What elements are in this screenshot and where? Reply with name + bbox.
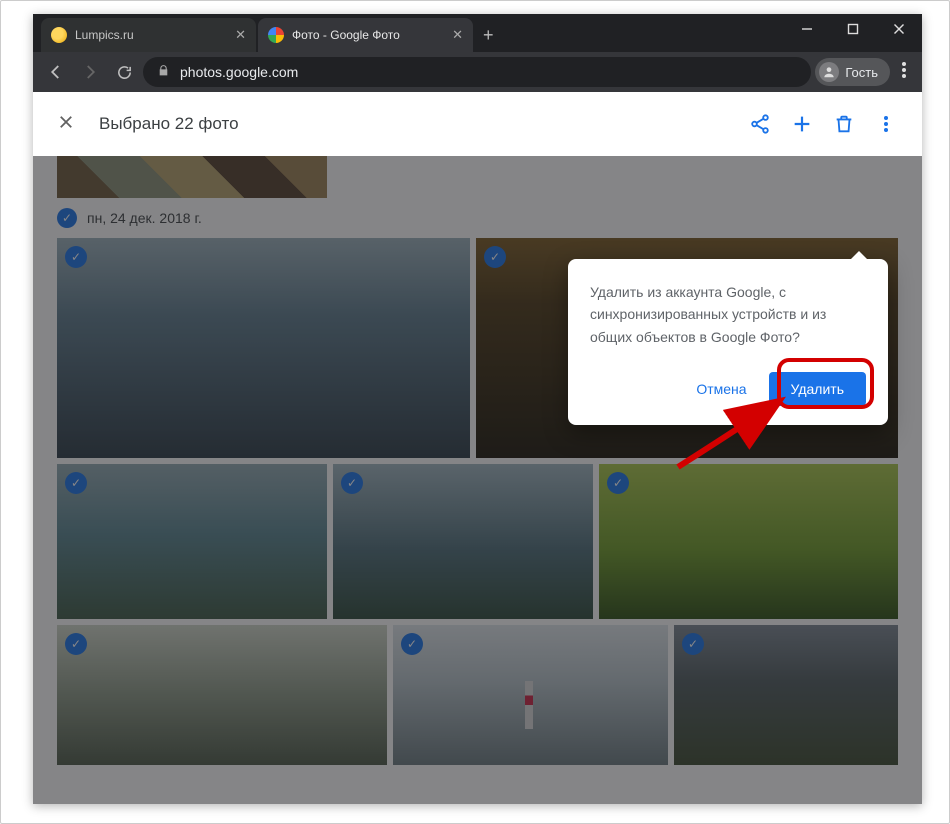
forward-button[interactable] bbox=[75, 57, 105, 87]
popup-message: Удалить из аккаунта Google, с синхронизи… bbox=[590, 281, 866, 348]
delete-button[interactable] bbox=[832, 112, 856, 136]
browser-toolbar: photos.google.com Гость bbox=[33, 52, 922, 92]
overflow-menu-button[interactable] bbox=[874, 112, 898, 136]
close-window-button[interactable] bbox=[876, 14, 922, 44]
lock-icon bbox=[157, 64, 170, 80]
tab-strip: Lumpics.ru ✕ Фото - Google Фото ✕ + bbox=[33, 14, 502, 52]
window-controls bbox=[784, 14, 922, 44]
profile-chip[interactable]: Гость bbox=[815, 58, 890, 86]
avatar-icon bbox=[819, 62, 839, 82]
minimize-button[interactable] bbox=[784, 14, 830, 44]
popup-actions: Отмена Удалить bbox=[590, 370, 866, 408]
page-content: Выбрано 22 фото ✓ пн, 24 дек. 2018 г. ✓ … bbox=[33, 92, 922, 804]
new-tab-button[interactable]: + bbox=[475, 19, 502, 52]
titlebar: Lumpics.ru ✕ Фото - Google Фото ✕ + bbox=[33, 14, 922, 52]
add-button[interactable] bbox=[790, 112, 814, 136]
close-icon[interactable]: ✕ bbox=[452, 27, 463, 43]
favicon-lumpics bbox=[51, 27, 67, 43]
favicon-google-photos bbox=[268, 27, 284, 43]
reload-button[interactable] bbox=[109, 57, 139, 87]
close-icon[interactable]: ✕ bbox=[235, 27, 246, 43]
url-text: photos.google.com bbox=[180, 64, 298, 80]
maximize-button[interactable] bbox=[830, 14, 876, 44]
share-button[interactable] bbox=[748, 112, 772, 136]
tab-google-photos[interactable]: Фото - Google Фото ✕ bbox=[258, 18, 473, 52]
deselect-button[interactable] bbox=[57, 113, 75, 136]
address-bar[interactable]: photos.google.com bbox=[143, 57, 811, 87]
tab-lumpics[interactable]: Lumpics.ru ✕ bbox=[41, 18, 256, 52]
back-button[interactable] bbox=[41, 57, 71, 87]
profile-label: Гость bbox=[845, 65, 878, 80]
browser-menu-button[interactable] bbox=[894, 62, 914, 83]
tab-title: Lumpics.ru bbox=[75, 28, 227, 42]
modal-scrim bbox=[33, 156, 922, 804]
confirm-delete-button[interactable]: Удалить bbox=[769, 372, 866, 406]
selection-actions bbox=[748, 112, 898, 136]
delete-confirm-popup: Удалить из аккаунта Google, с синхронизи… bbox=[568, 259, 888, 425]
cancel-button[interactable]: Отмена bbox=[686, 370, 756, 408]
selection-count-text: Выбрано 22 фото bbox=[99, 114, 239, 134]
tab-title: Фото - Google Фото bbox=[292, 28, 444, 42]
browser-window: Lumpics.ru ✕ Фото - Google Фото ✕ + phot… bbox=[33, 14, 922, 804]
selection-bar: Выбрано 22 фото bbox=[33, 92, 922, 156]
